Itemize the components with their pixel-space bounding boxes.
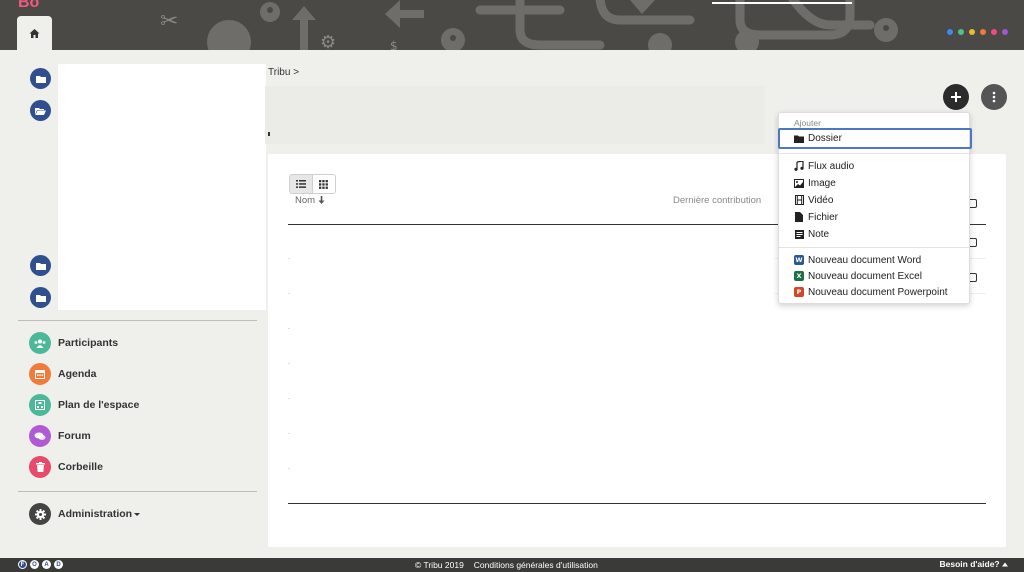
- sidebar-item-label: Forum: [58, 430, 91, 442]
- sidebar-item-label: Participants: [58, 337, 119, 349]
- file-icon: [794, 212, 804, 222]
- trash-icon: [29, 456, 51, 478]
- copyright: © Tribu 2019: [415, 560, 464, 570]
- gear-icon: [29, 503, 51, 525]
- column-header-name[interactable]: Nom: [295, 195, 325, 206]
- table-footer-divider: [288, 503, 986, 504]
- color-dot: [969, 29, 975, 35]
- menu-item-new-word[interactable]: W Nouveau document Word: [779, 252, 969, 268]
- breadcrumb[interactable]: Tribu >: [268, 67, 299, 78]
- help-link[interactable]: Besoin d'aide?: [940, 559, 1008, 569]
- sidebar-item-agenda[interactable]: Agenda: [29, 363, 97, 385]
- sidebar-item-corbeille[interactable]: Corbeille: [29, 456, 103, 478]
- app-logo: Bo: [18, 0, 40, 11]
- svg-text:$: $: [390, 39, 398, 50]
- word-icon: W: [794, 255, 804, 265]
- film-icon: [794, 195, 804, 205]
- caret-down-icon: [134, 512, 141, 516]
- music-icon: [794, 161, 804, 171]
- sidebar-item-forum[interactable]: Forum: [29, 425, 91, 447]
- menu-separator: [779, 247, 969, 248]
- svg-text:✂: ✂: [160, 9, 178, 34]
- view-toggle[interactable]: [289, 174, 336, 194]
- sidebar-item-label: Plan de l'espace: [58, 399, 140, 411]
- vertical-dots-icon: [992, 91, 996, 103]
- menu-item-new-excel[interactable]: X Nouveau document Excel: [779, 268, 969, 284]
- folder-icon[interactable]: [30, 255, 51, 276]
- users-icon: [29, 332, 51, 354]
- sidebar-item-plan[interactable]: Plan de l'espace: [29, 394, 139, 416]
- menu-item-image[interactable]: Image: [779, 175, 969, 191]
- footer: F O A D © Tribu 2019 Conditions générale…: [0, 558, 1024, 572]
- home-tab[interactable]: [17, 16, 52, 50]
- menu-item-video[interactable]: Vidéo: [779, 192, 969, 208]
- sidebar-divider: [18, 491, 257, 492]
- page-title-area: [265, 86, 765, 144]
- excel-icon: X: [794, 271, 804, 281]
- folder-tree-panel: [58, 64, 266, 310]
- column-header-last-contribution[interactable]: Dernière contribution: [673, 195, 761, 206]
- menu-item-flux-audio[interactable]: Flux audio: [779, 158, 969, 174]
- menu-separator: [779, 153, 969, 154]
- sidebar-item-participants[interactable]: Participants: [29, 332, 118, 354]
- title-text-fragment: [268, 132, 270, 136]
- powerpoint-icon: P: [794, 287, 804, 297]
- image-icon: [794, 178, 804, 188]
- banner-illustration: ✂ ⚙ $: [160, 0, 898, 50]
- foad-logo[interactable]: F O A D: [18, 560, 63, 569]
- svg-text:⚙: ⚙: [320, 32, 336, 50]
- sidebar-item-label: Agenda: [58, 368, 97, 380]
- caret-up-icon: [1002, 562, 1008, 567]
- plus-icon: [951, 92, 961, 102]
- row-marker: [288, 363, 290, 364]
- calendar-icon: [29, 363, 51, 385]
- row-marker: [288, 468, 290, 469]
- menu-item-new-powerpoint[interactable]: P Nouveau document Powerpoint: [779, 284, 969, 300]
- add-menu: Ajouter Dossier Flux audio Image Vidéo F…: [778, 112, 972, 304]
- grid-view-button[interactable]: [313, 175, 336, 193]
- folder-icon: [794, 134, 804, 144]
- sidebar-item-label: Corbeille: [58, 461, 103, 473]
- more-options-button[interactable]: [981, 84, 1007, 110]
- color-dot: [958, 29, 964, 35]
- menu-item-dossier[interactable]: Dossier: [778, 128, 972, 149]
- add-button[interactable]: [943, 84, 969, 110]
- row-marker: [288, 328, 290, 329]
- row-marker: [288, 293, 290, 294]
- row-marker: [288, 398, 290, 399]
- folder-icon[interactable]: [30, 287, 51, 308]
- folder-icon[interactable]: [30, 68, 51, 89]
- cgu-link[interactable]: Conditions générales d'utilisation: [474, 560, 598, 570]
- list-view-button[interactable]: [290, 175, 313, 193]
- menu-item-fichier[interactable]: Fichier: [779, 209, 969, 225]
- sort-down-icon: [318, 196, 325, 204]
- sidebar-item-administration[interactable]: Administration: [29, 503, 141, 525]
- row-marker: [288, 433, 290, 434]
- add-menu-header: Ajouter: [794, 118, 821, 128]
- note-icon: [794, 229, 804, 239]
- chat-icon: [29, 425, 51, 447]
- sitemap-icon: [29, 394, 51, 416]
- sidebar-divider: [18, 320, 257, 321]
- color-dot: [1002, 29, 1008, 35]
- color-dot: [991, 29, 997, 35]
- sidebar-item-label: Administration: [58, 508, 141, 520]
- color-dot: [980, 29, 986, 35]
- top-banner: ✂ ⚙ $ Bo: [0, 0, 1024, 50]
- grid-icon: [319, 179, 329, 189]
- menu-item-note[interactable]: Note: [779, 226, 969, 242]
- color-dots: [947, 29, 1008, 35]
- list-icon: [295, 180, 306, 188]
- home-icon: [29, 28, 40, 38]
- row-marker: [288, 258, 290, 259]
- folder-open-icon[interactable]: [30, 100, 51, 121]
- color-dot: [947, 29, 953, 35]
